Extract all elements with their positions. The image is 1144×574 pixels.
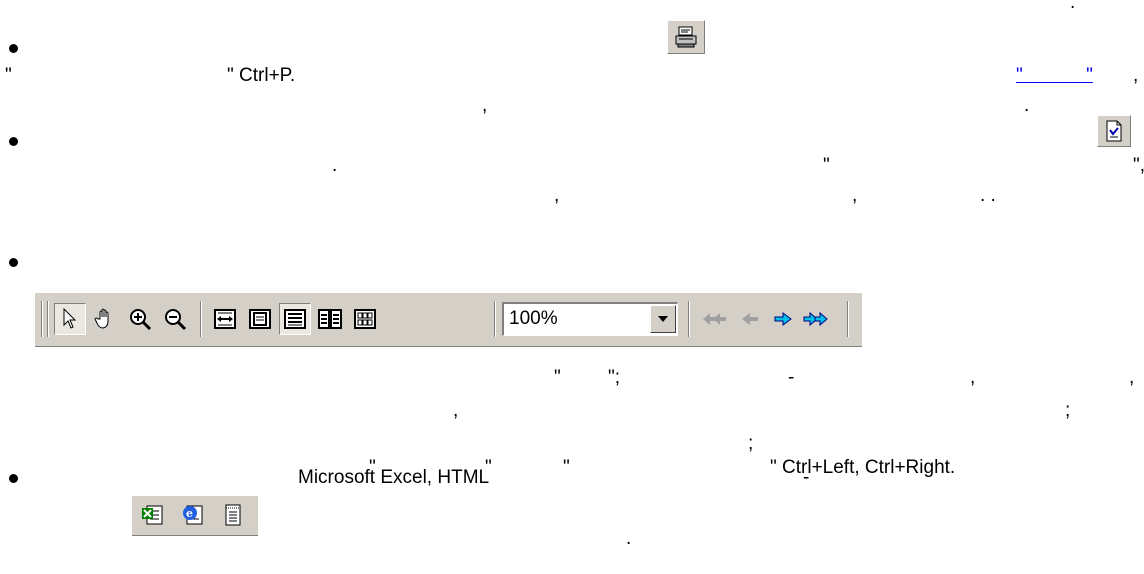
excel-icon [142, 505, 163, 525]
zoom-out-button[interactable] [159, 303, 191, 335]
multiple-pages-icon [354, 309, 376, 329]
text-quote: " [823, 155, 830, 176]
preview-toolbar: 100% [35, 293, 862, 347]
bullet [9, 44, 18, 53]
first-page-icon [703, 313, 726, 325]
shortcut-ctrl-p: " Ctrl+P. [227, 65, 296, 86]
zoom-out-icon [165, 309, 187, 331]
text-dash: - [788, 367, 795, 388]
bullet [9, 258, 18, 267]
zoom-in-icon [130, 309, 152, 331]
text-dot: . [332, 155, 338, 176]
select-tool-button[interactable] [54, 303, 86, 335]
page-width-button[interactable] [209, 303, 241, 335]
text-dots: . . [980, 185, 996, 206]
zoom-combo[interactable]: 100% [502, 302, 678, 336]
previous-page-icon [742, 313, 758, 325]
export-text-button[interactable] [218, 500, 248, 530]
whole-page-icon [249, 309, 271, 329]
toolbar-separator [847, 301, 849, 337]
text-dot: . [626, 528, 632, 549]
text-dot: . [1070, 0, 1076, 13]
text-comma: , [482, 95, 488, 116]
next-page-icon [774, 312, 792, 326]
zoom-value: 100% [509, 308, 558, 329]
print-button[interactable] [667, 20, 705, 54]
printer-icon [675, 26, 697, 48]
shortcut-ctrl-left-right: " Ctrl+Left, Ctrl+Right. [770, 457, 956, 478]
two-pages-button[interactable] [314, 303, 346, 335]
text-semicolon: ; [1065, 400, 1071, 421]
toolbar-separator [41, 301, 43, 337]
text-quote: " [563, 457, 570, 478]
toolbar-separator [200, 301, 202, 337]
bullet [9, 137, 18, 146]
chevron-down-icon [658, 316, 668, 322]
zoom-in-button[interactable] [124, 303, 156, 335]
export-excel-button[interactable] [138, 500, 168, 530]
multiple-pages-button[interactable] [349, 303, 381, 335]
link-preview[interactable]: " " [1016, 65, 1093, 87]
text-comma: , [1129, 367, 1135, 388]
toolbar-separator [688, 301, 690, 337]
text-icon [225, 504, 241, 526]
last-page-button[interactable] [800, 303, 832, 335]
zoom-dropdown-button[interactable] [650, 305, 676, 333]
first-page-button[interactable] [699, 303, 731, 335]
single-page-button[interactable] [279, 303, 311, 335]
bullet [9, 474, 18, 483]
last-page-icon [803, 311, 828, 327]
text-comma: , [453, 400, 459, 421]
single-page-icon [284, 309, 306, 329]
text-comma: , [1133, 65, 1139, 86]
text-quote: " [554, 367, 561, 388]
page-width-icon [214, 309, 236, 329]
page-setup-button[interactable] [1097, 115, 1131, 147]
export-toolbar: e [132, 496, 258, 536]
arrow-pointer-icon [63, 308, 77, 329]
previous-page-button[interactable] [734, 303, 766, 335]
text-semicolon: ; [748, 433, 754, 454]
hand-tool-button[interactable] [89, 303, 121, 335]
toolbar-separator [47, 301, 49, 337]
toolbar-separator [494, 301, 496, 337]
text-comma: , [970, 367, 976, 388]
hand-icon [94, 308, 109, 329]
html-icon: e [183, 505, 203, 525]
text-comma: , [852, 185, 858, 206]
text-quote-comma: ", [1133, 155, 1144, 176]
text-comma: , [554, 185, 560, 206]
svg-text:e: e [186, 507, 193, 520]
text-quote: " [5, 65, 12, 86]
two-pages-icon [318, 309, 342, 329]
next-page-button[interactable] [767, 303, 799, 335]
export-html-button[interactable]: e [178, 500, 208, 530]
export-formats: Microsoft Excel, HTML [298, 467, 490, 488]
page-setup-icon [1106, 120, 1122, 142]
whole-page-button[interactable] [244, 303, 276, 335]
text-dash: - [803, 467, 810, 488]
text-dot: . [1024, 95, 1030, 116]
text-quote-semicolon: "; [608, 367, 621, 388]
